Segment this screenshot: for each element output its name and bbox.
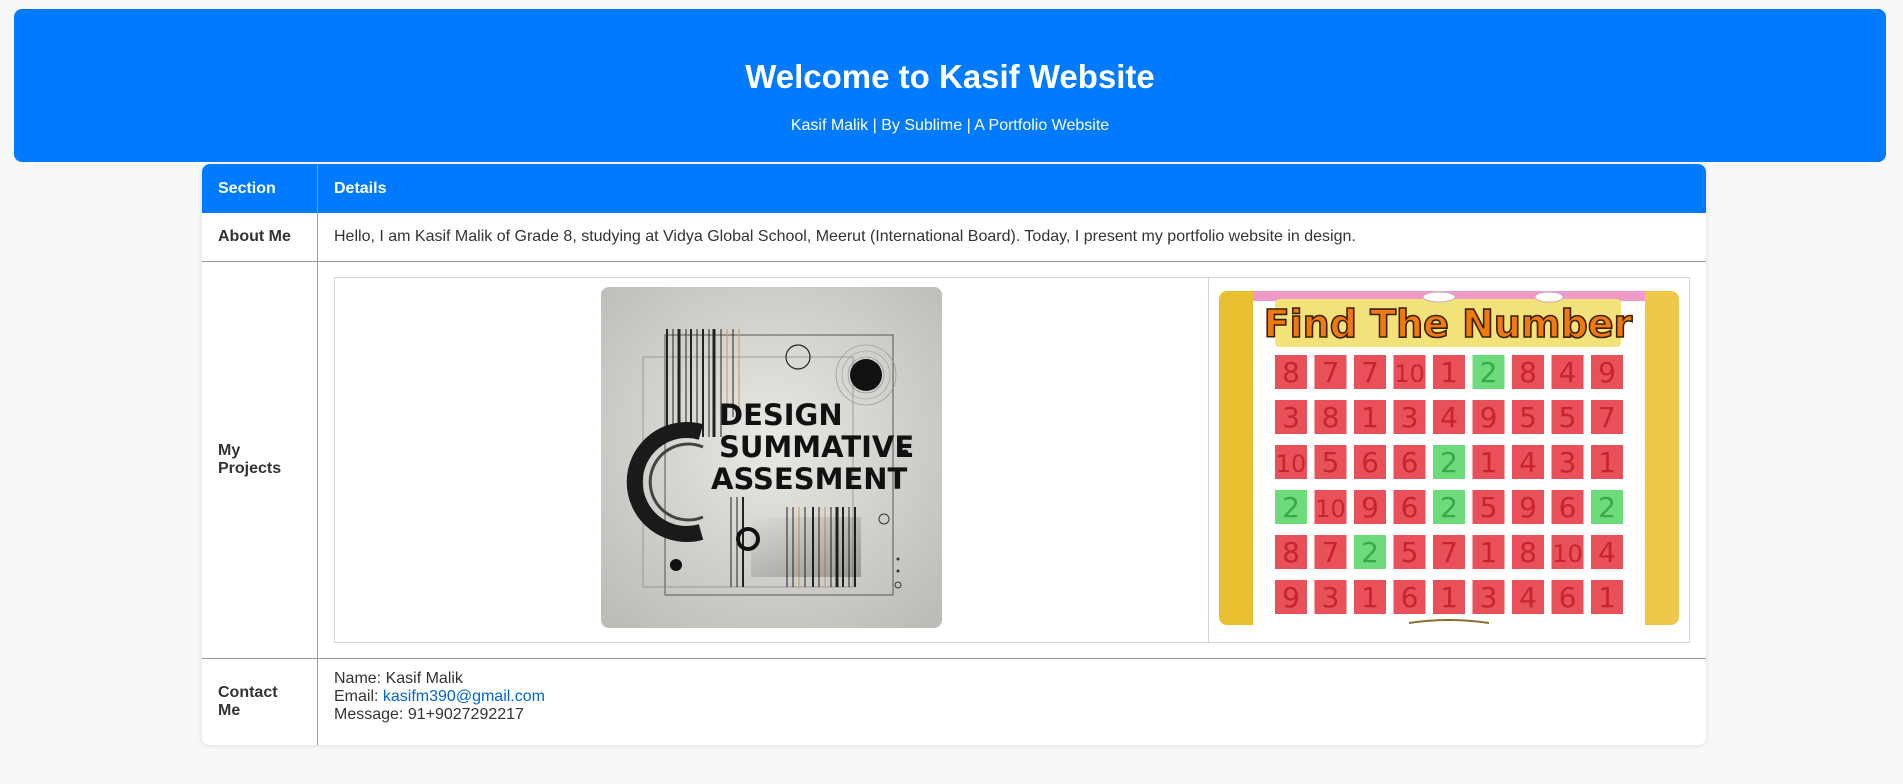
number-tile-label: 1 xyxy=(1598,581,1616,614)
number-tile-label: 4 xyxy=(1598,536,1616,569)
game-title: Find The Number xyxy=(1264,302,1633,346)
projects-gallery: DESIGN SUMMATIVE ASSESMENT Find The Numb… xyxy=(334,277,1690,643)
about-label: About Me xyxy=(202,213,318,261)
site-subtitle: Kasif Malik | By Sublime | A Portfolio W… xyxy=(790,117,1110,134)
number-tile-label: 2 xyxy=(1480,356,1498,389)
table-header-row: Section Details xyxy=(202,164,1706,213)
portfolio-table: Section Details About Me Hello, I am Kas… xyxy=(202,164,1706,745)
poster-line-3: ASSESMENT xyxy=(711,462,908,496)
poster-line-2: SUMMATIVE xyxy=(719,430,914,464)
number-tile-label: 9 xyxy=(1282,581,1300,614)
number-tile-label: 1 xyxy=(1361,401,1379,434)
number-tile-label: 7 xyxy=(1322,356,1340,389)
number-tile-label: 1 xyxy=(1440,356,1458,389)
number-tile-label: 7 xyxy=(1440,536,1458,569)
number-tile-label: 3 xyxy=(1401,401,1419,434)
column-header-section: Section xyxy=(202,164,318,213)
number-tile-label: 10 xyxy=(1315,495,1346,523)
number-tile-label: 10 xyxy=(1394,360,1425,388)
number-tile-label: 9 xyxy=(1480,401,1498,434)
number-tile-label: 9 xyxy=(1361,491,1379,524)
number-tile-label: 8 xyxy=(1519,536,1537,569)
find-the-number-poster-image[interactable]: Find The Number 8 7 7 10 1 2 8 4 9 3 8 1 3 4 9 5 5 7 10 5 6 6… xyxy=(1219,291,1679,625)
projects-label: My Projects xyxy=(202,262,318,658)
number-tile-label: 3 xyxy=(1559,446,1577,479)
contact-email-line: Email: kasifm390@gmail.com xyxy=(334,688,545,706)
table-row-contact: Contact Me Name: Kasif Malik Email: kasi… xyxy=(202,659,1706,745)
number-tile-label: 6 xyxy=(1559,491,1577,524)
number-tile-label: 5 xyxy=(1519,401,1537,434)
number-tile-label: 7 xyxy=(1322,536,1340,569)
number-tile-label: 6 xyxy=(1361,446,1379,479)
number-tile-label: 2 xyxy=(1282,491,1300,524)
number-tile-label: 2 xyxy=(1440,491,1458,524)
number-tile-label: 1 xyxy=(1480,536,1498,569)
number-tile-label: 6 xyxy=(1401,491,1419,524)
number-tile-label: 7 xyxy=(1598,401,1616,434)
site-header: Welcome to Kasif Website Kasif Malik | B… xyxy=(14,9,1886,162)
number-tile-label: 3 xyxy=(1322,581,1340,614)
number-tile-label: 1 xyxy=(1480,446,1498,479)
number-tile-label: 8 xyxy=(1519,356,1537,389)
number-tile-label: 6 xyxy=(1559,581,1577,614)
project-cell-game: Find The Number 8 7 7 10 1 2 8 4 9 3 8 1 3 4 9 5 5 7 10 5 6 6… xyxy=(1209,278,1689,642)
number-tile-label: 8 xyxy=(1282,536,1300,569)
number-tile-label: 5 xyxy=(1480,491,1498,524)
number-tile-label: 2 xyxy=(1598,491,1616,524)
number-tile-label: 1 xyxy=(1440,581,1458,614)
number-tile-label: 7 xyxy=(1361,356,1379,389)
contact-label: Contact Me xyxy=(202,659,318,745)
contact-name: Name: Kasif Malik xyxy=(334,670,463,687)
poster-line-1: DESIGN xyxy=(719,398,843,432)
projects-details: DESIGN SUMMATIVE ASSESMENT Find The Numb… xyxy=(318,262,1706,658)
number-tile-label: 1 xyxy=(1361,581,1379,614)
design-summative-poster-image[interactable]: DESIGN SUMMATIVE ASSESMENT xyxy=(601,287,942,628)
contact-email-link[interactable]: kasifm390@gmail.com xyxy=(383,688,545,705)
number-tile-label: 8 xyxy=(1322,401,1340,434)
number-tile-label: 3 xyxy=(1480,581,1498,614)
number-tile-label: 6 xyxy=(1401,446,1419,479)
number-tile-label: 1 xyxy=(1598,446,1616,479)
number-tile-label: 9 xyxy=(1519,491,1537,524)
number-tile-label: 10 xyxy=(1276,450,1307,478)
number-tile-label: 9 xyxy=(1598,356,1616,389)
number-tile-label: 5 xyxy=(1559,401,1577,434)
contact-email-prefix: Email: xyxy=(334,688,383,705)
contact-details: Name: Kasif Malik Email: kasifm390@gmail… xyxy=(318,659,1706,745)
about-text: Hello, I am Kasif Malik of Grade 8, stud… xyxy=(334,228,1356,245)
number-tile-label: 3 xyxy=(1282,401,1300,434)
table-row-about: About Me Hello, I am Kasif Malik of Grad… xyxy=(202,213,1706,262)
column-header-details: Details xyxy=(334,179,387,197)
table-row-projects: My Projects DESIGN SUMMATIVE ASSESMENT F… xyxy=(202,262,1706,659)
number-tile-label: 4 xyxy=(1519,446,1537,479)
site-title: Welcome to Kasif Website xyxy=(745,58,1155,95)
number-tile-label: 6 xyxy=(1401,581,1419,614)
contact-message: Message: 91+9027292217 xyxy=(334,706,524,723)
number-tile-label: 5 xyxy=(1322,446,1340,479)
number-tile-label: 5 xyxy=(1401,536,1419,569)
number-tile-label: 4 xyxy=(1440,401,1458,434)
number-tile-label: 4 xyxy=(1519,581,1537,614)
number-tile-label: 10 xyxy=(1552,540,1583,568)
number-tile-label: 8 xyxy=(1282,356,1300,389)
project-cell-design: DESIGN SUMMATIVE ASSESMENT xyxy=(335,278,1209,642)
number-tile-label: 2 xyxy=(1361,536,1379,569)
number-tile-label: 4 xyxy=(1559,356,1577,389)
number-tile-label: 2 xyxy=(1440,446,1458,479)
